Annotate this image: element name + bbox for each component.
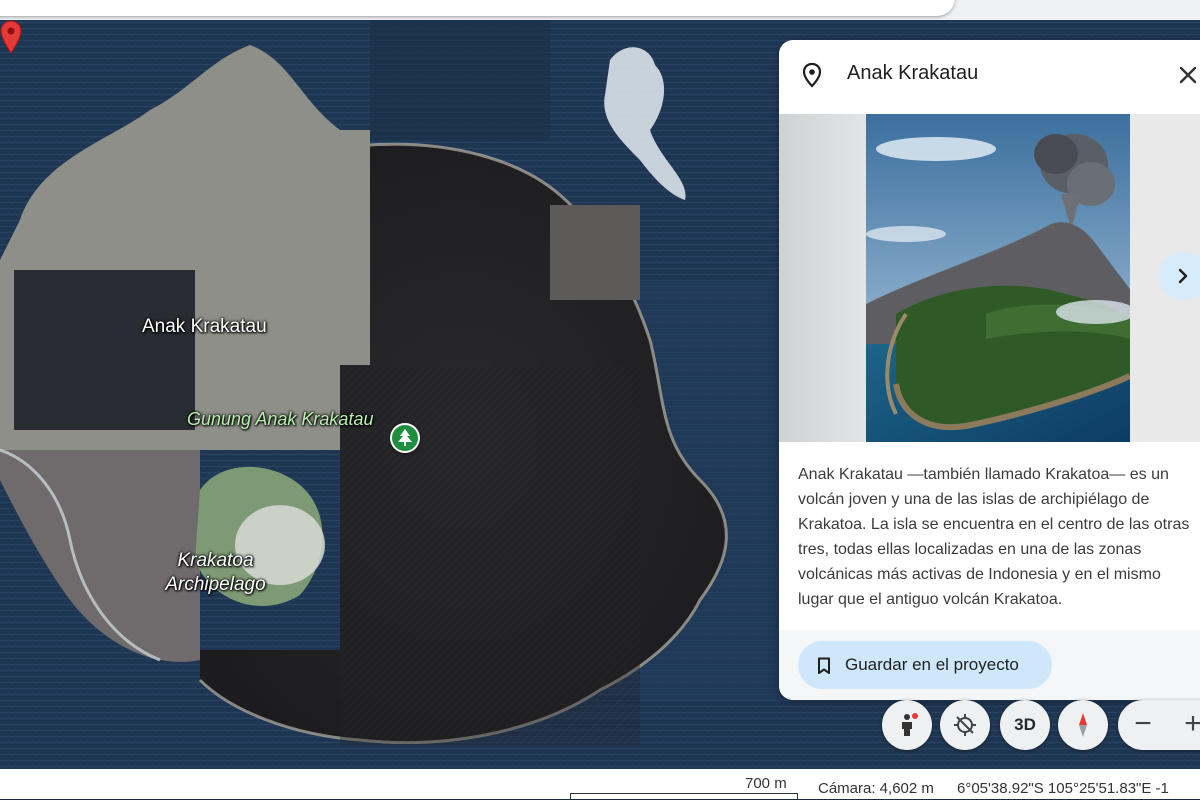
scale-label: 700 m xyxy=(745,775,787,792)
bookmark-icon xyxy=(818,657,830,674)
next-photo-button[interactable] xyxy=(1159,252,1200,300)
3d-label: 3D xyxy=(1014,715,1036,734)
pegman-icon xyxy=(902,713,918,736)
photo-carousel[interactable] xyxy=(779,114,1200,442)
island-label[interactable]: Anak Krakatau xyxy=(142,316,267,338)
camera-altitude: Cámara: 4,602 m xyxy=(818,780,934,797)
status-bar: 700 m Cámara: 4,602 m 6°05'38.92"S 105°2… xyxy=(0,769,1200,800)
search-bar[interactable] xyxy=(0,0,955,16)
zoom-in-button[interactable]: + xyxy=(1168,700,1200,750)
top-bar xyxy=(0,0,1200,20)
tree-icon xyxy=(398,429,412,446)
zoom-controls: − + xyxy=(1118,700,1200,750)
save-button-label: Guardar en el proyecto xyxy=(845,655,1019,674)
save-to-project-button[interactable]: Guardar en el proyecto xyxy=(798,641,1052,689)
close-icon[interactable] xyxy=(1173,60,1200,90)
place-info-panel: Anak Krakatau Anak Krakatau —también lla… xyxy=(779,40,1200,700)
tilt-reset-button[interactable] xyxy=(940,700,990,750)
location-pin-icon xyxy=(802,62,822,88)
compass-icon xyxy=(1079,713,1087,737)
volcano-photo[interactable] xyxy=(866,114,1130,442)
panel-footer: Guardar en el proyecto xyxy=(779,630,1200,700)
archipelago-label-line2: Archipelago xyxy=(165,574,266,595)
map-marker-icon[interactable] xyxy=(0,20,22,54)
photo-backdrop xyxy=(779,114,866,442)
zoom-out-button[interactable]: − xyxy=(1118,700,1168,750)
compass-button[interactable] xyxy=(1058,700,1108,750)
street-view-button[interactable] xyxy=(882,700,932,750)
place-description: Anak Krakatau —también llamado Krakatoa—… xyxy=(798,466,1190,608)
park-marker[interactable] xyxy=(390,423,420,453)
panel-title: Anak Krakatau xyxy=(847,62,979,84)
peak-label[interactable]: Gunung Anak Krakatau xyxy=(187,409,373,430)
3d-toggle-button[interactable]: 3D xyxy=(1000,700,1050,750)
archipelago-label[interactable]: Krakatoa Archipelago xyxy=(158,549,273,597)
tilt-icon xyxy=(954,714,976,736)
archipelago-label-line1: Krakatoa xyxy=(177,550,254,571)
chevron-right-icon xyxy=(1178,268,1188,284)
panel-header: Anak Krakatau xyxy=(779,40,1200,114)
cursor-coordinates: 6°05'38.92"S 105°25'51.83"E -1 xyxy=(957,780,1169,797)
